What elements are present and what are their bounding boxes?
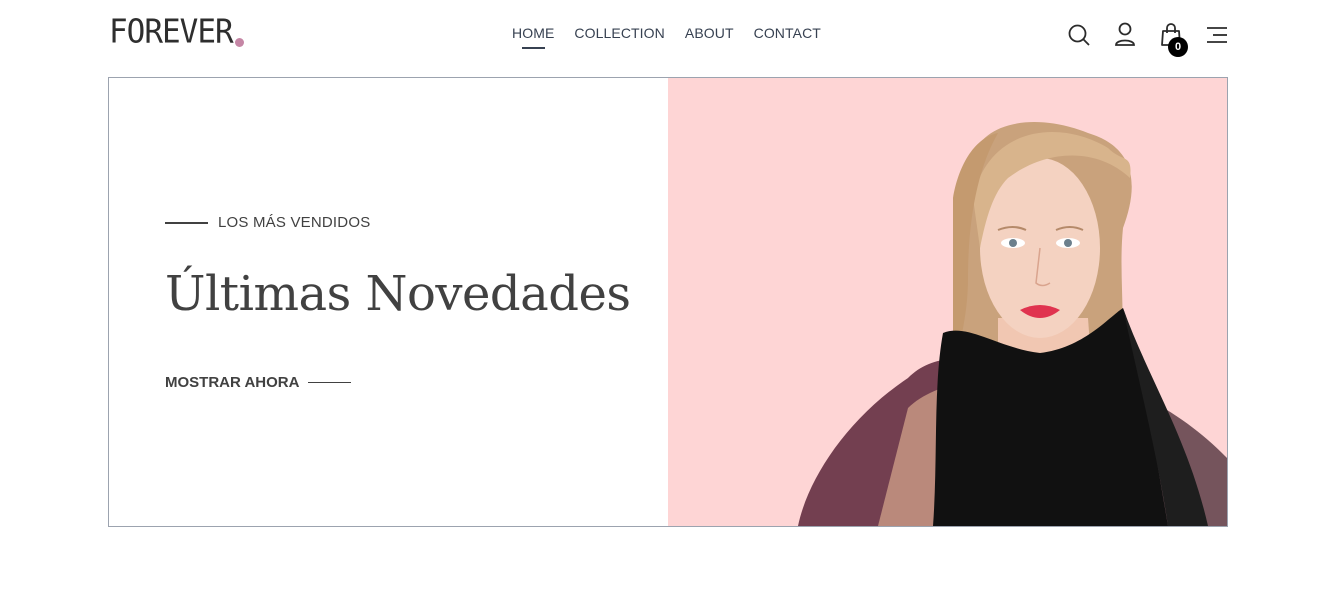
nav-collection-label: COLLECTION: [574, 25, 665, 41]
header-icons: 0: [1067, 22, 1229, 57]
cart-count-badge: 0: [1168, 37, 1188, 57]
nav-about-label: ABOUT: [684, 25, 734, 41]
hero-title: Últimas Novedades: [165, 266, 631, 322]
navbar: FOREVER HOME COLLECTION ABOUT CONTACT 0: [108, 0, 1229, 72]
hero-image: [668, 78, 1227, 526]
logo-dot: [234, 38, 244, 47]
eyebrow-line: [165, 221, 208, 224]
hero-banner: LOS MÁS VENDIDOS Últimas Novedades MOSTR…: [108, 77, 1228, 527]
nav-home-label: HOME: [512, 25, 555, 41]
hero-model-illustration: [798, 122, 1227, 526]
profile-icon[interactable]: [1113, 22, 1137, 48]
cta-line: [308, 381, 352, 384]
menu-icon[interactable]: [1205, 22, 1229, 48]
nav-home[interactable]: HOME: [512, 25, 554, 49]
shop-now-label: MOSTRAR AHORA: [165, 374, 300, 391]
nav-about[interactable]: ABOUT: [685, 25, 734, 49]
hero-text-panel: LOS MÁS VENDIDOS Últimas Novedades MOSTR…: [109, 78, 668, 526]
main-nav: HOME COLLECTION ABOUT CONTACT: [512, 25, 821, 49]
logo-text: FOREVER: [109, 13, 234, 51]
logo[interactable]: FOREVER: [109, 13, 244, 51]
eyebrow-text: LOS MÁS VENDIDOS: [218, 214, 371, 231]
nav-contact[interactable]: CONTACT: [754, 25, 821, 49]
cart-icon[interactable]: 0: [1159, 22, 1188, 57]
search-icon[interactable]: [1067, 22, 1091, 48]
nav-contact-label: CONTACT: [753, 25, 821, 41]
shop-now-button[interactable]: MOSTRAR AHORA: [165, 374, 352, 391]
hero-eyebrow: LOS MÁS VENDIDOS: [165, 214, 370, 231]
nav-collection[interactable]: COLLECTION: [574, 25, 664, 49]
nav-active-underline: [521, 47, 545, 49]
